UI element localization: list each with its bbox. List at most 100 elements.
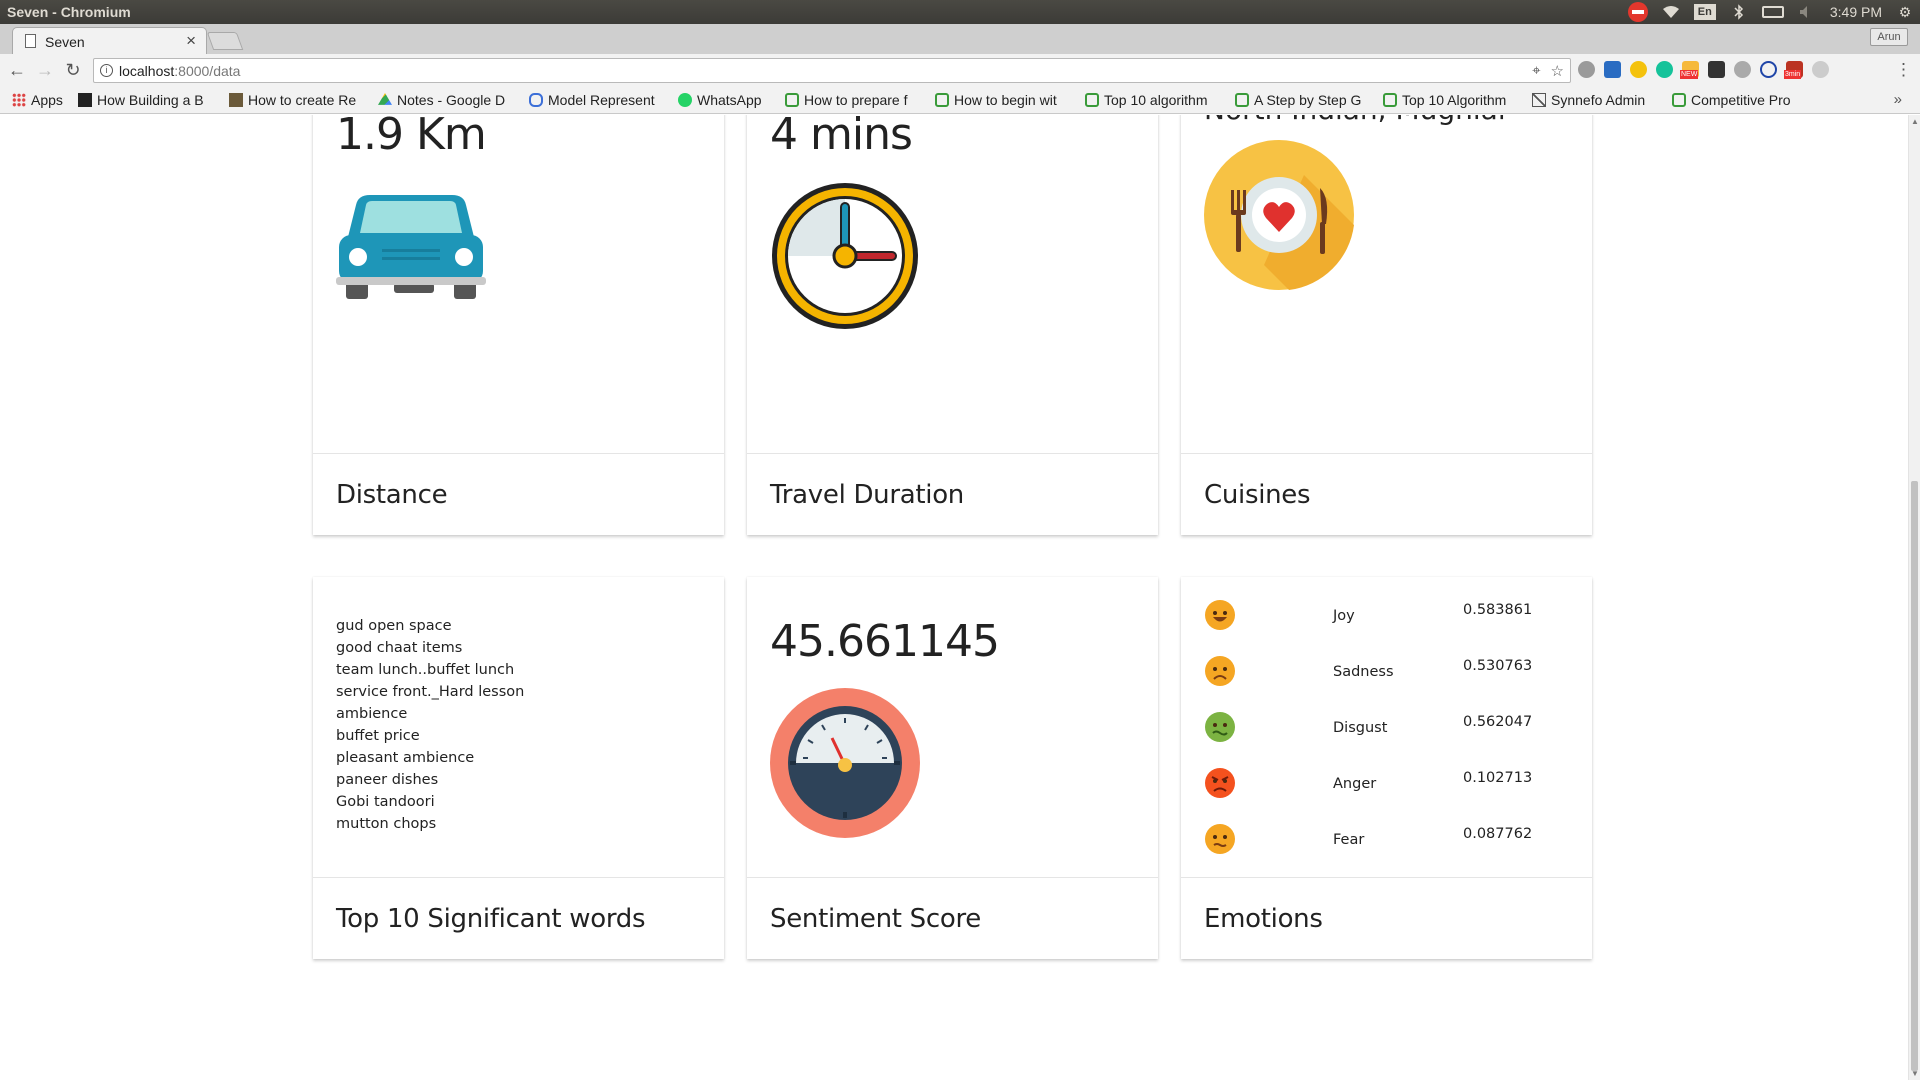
emotion-label: Sadness [1333,664,1394,680]
tab-seven[interactable]: Seven × [12,27,207,54]
bookmark-5[interactable]: WhatsApp [678,92,773,108]
travel-duration-card: 4 mins Travel Duration [747,115,1158,535]
pocket-extension-icon[interactable] [1708,61,1725,78]
bookmark-3[interactable]: Notes - Google D [378,92,513,108]
globe-extension-icon[interactable] [1734,61,1751,78]
plate-icon [1204,140,1354,290]
wifi-icon[interactable] [1662,4,1680,20]
gray-extension-icon[interactable] [1812,61,1829,78]
emotion-label: Disgust [1333,720,1388,736]
emotion-row-anger: Anger 0.102713 [1181,767,1592,807]
bookmark-label: How to begin wit [954,92,1057,108]
reload-icon[interactable]: ↻ [62,60,84,81]
emotion-value: 0.087762 [1463,826,1533,842]
car-icon [336,195,486,299]
keyboard-layout-indicator[interactable]: En [1693,4,1716,20]
distance-card-footer: Distance [313,453,724,535]
bookmarks-bar: » Apps How Building a B How to create Re No… [0,87,1920,114]
significant-word: pleasant ambience [336,750,475,766]
clock[interactable]: 3:49 PM [1830,4,1882,20]
hackerearth-icon [1085,93,1099,107]
significant-word: paneer dishes [336,772,439,788]
bookmark-label: How to prepare f [804,92,908,108]
profile-button[interactable]: Arun [1870,28,1908,46]
bookmark-4[interactable]: Model Represent [529,92,664,108]
cuisines-card-footer: Cuisines [1181,453,1592,535]
tab-close-icon[interactable]: × [186,31,196,51]
bluetooth-icon[interactable] [1730,4,1748,20]
distance-title: Distance [336,480,448,510]
sentiment-card-footer: Sentiment Score [747,877,1158,959]
emotion-value: 0.102713 [1463,770,1533,786]
volume-muted-icon[interactable] [1798,4,1816,20]
bookmark-0[interactable]: Apps [12,92,72,108]
bookmark-12[interactable]: Competitive Pro [1672,92,1807,108]
bookmark-8[interactable]: Top 10 algorithm [1085,92,1220,108]
hackerearth-icon [1235,93,1249,107]
clock-icon [772,183,918,329]
significant-word: Gobi tandoori [336,794,435,810]
hackerearth-icon [785,93,799,107]
sentiment-title: Sentiment Score [770,904,981,934]
bookmark-label: How Building a B [97,92,204,108]
angry-face-icon [1204,767,1236,799]
significant-words-card: gud open space good chaat items team lunch… [313,577,724,959]
shield-extension-icon[interactable] [1604,61,1621,78]
bookmark-star-icon[interactable]: ☆ [1551,62,1564,80]
significant-word: team lunch..buffet lunch [336,662,515,678]
bookmark-11[interactable]: Synnefo Admin [1532,92,1657,108]
new-extension-icon[interactable]: NEW [1680,61,1699,79]
bookmark-label: Synnefo Admin [1551,92,1646,108]
infinity-icon [529,93,543,107]
significant-word: gud open space [336,618,452,634]
bookmark-1[interactable]: How Building a B [78,92,213,108]
synnefo-icon [1532,93,1546,107]
new-tab-button[interactable] [206,32,244,50]
distance-value: 1.9 Km [336,115,487,160]
address-bar[interactable]: i localhost:8000/data ⌖ ☆ [93,58,1571,83]
whatsapp-icon [678,93,692,107]
bookmark-7[interactable]: How to begin wit [935,92,1070,108]
scrollbar-thumb[interactable] [1911,481,1918,1071]
no-entry-icon[interactable] [1627,2,1648,22]
emotion-value: 0.583861 [1463,602,1533,618]
circle-extension-icon[interactable] [1630,61,1647,78]
drive-icon [378,93,392,105]
emotions-card: Joy 0.583861 Sadness 0.530763 Disgust 0.56204… [1181,577,1592,959]
emotion-row-fear: Fear 0.087762 [1181,823,1592,863]
battery-icon[interactable] [1761,6,1784,18]
page-icon [25,34,36,48]
significant-word: service front._Hard lesson [336,684,525,700]
extensions-row: NEW 3min [1578,61,1829,79]
location-target-icon[interactable]: ⌖ [1532,62,1540,80]
bookmark-label: Top 10 algorithm [1104,92,1208,108]
scroll-up-arrow-icon[interactable]: ▲ [1911,117,1919,126]
settings-gear-icon[interactable]: ⚙ [1896,4,1914,20]
significant-word: good chaat items [336,640,463,656]
bookmark-6[interactable]: How to prepare f [785,92,920,108]
bookmark-label: Apps [31,92,63,108]
url-text[interactable]: localhost:8000/data [119,63,240,79]
bookmark-9[interactable]: A Step by Step G [1235,92,1370,108]
image-icon [229,93,243,107]
page-icon [78,93,92,107]
bookmark-10[interactable]: Top 10 Algorithm [1383,92,1518,108]
hackerearth-icon [1672,93,1686,107]
page-scrollbar[interactable]: ▲ ▼ [1908,115,1920,1080]
cloud-extension-icon[interactable] [1578,61,1595,78]
sad-face-icon [1204,655,1236,687]
scroll-down-arrow-icon[interactable]: ▼ [1911,1069,1919,1078]
bookmark-2[interactable]: How to create Re [229,92,364,108]
forward-arrow-icon[interactable]: → [34,60,56,81]
bookmarks-overflow-icon[interactable]: » [1894,91,1902,108]
emotions-card-footer: Emotions [1181,877,1592,959]
browser-menu-icon[interactable]: ⋮ [1895,60,1912,80]
bookmark-label: Competitive Pro [1691,92,1791,108]
block-extension-icon[interactable] [1760,61,1777,78]
info-icon[interactable]: i [100,64,113,77]
back-arrow-icon[interactable]: ← [6,60,28,81]
bookmark-label: Model Represent [548,92,655,108]
timer-extension-icon[interactable]: 3min [1784,61,1803,79]
grammarly-icon[interactable] [1656,61,1673,78]
bookmark-label: WhatsApp [697,92,762,108]
